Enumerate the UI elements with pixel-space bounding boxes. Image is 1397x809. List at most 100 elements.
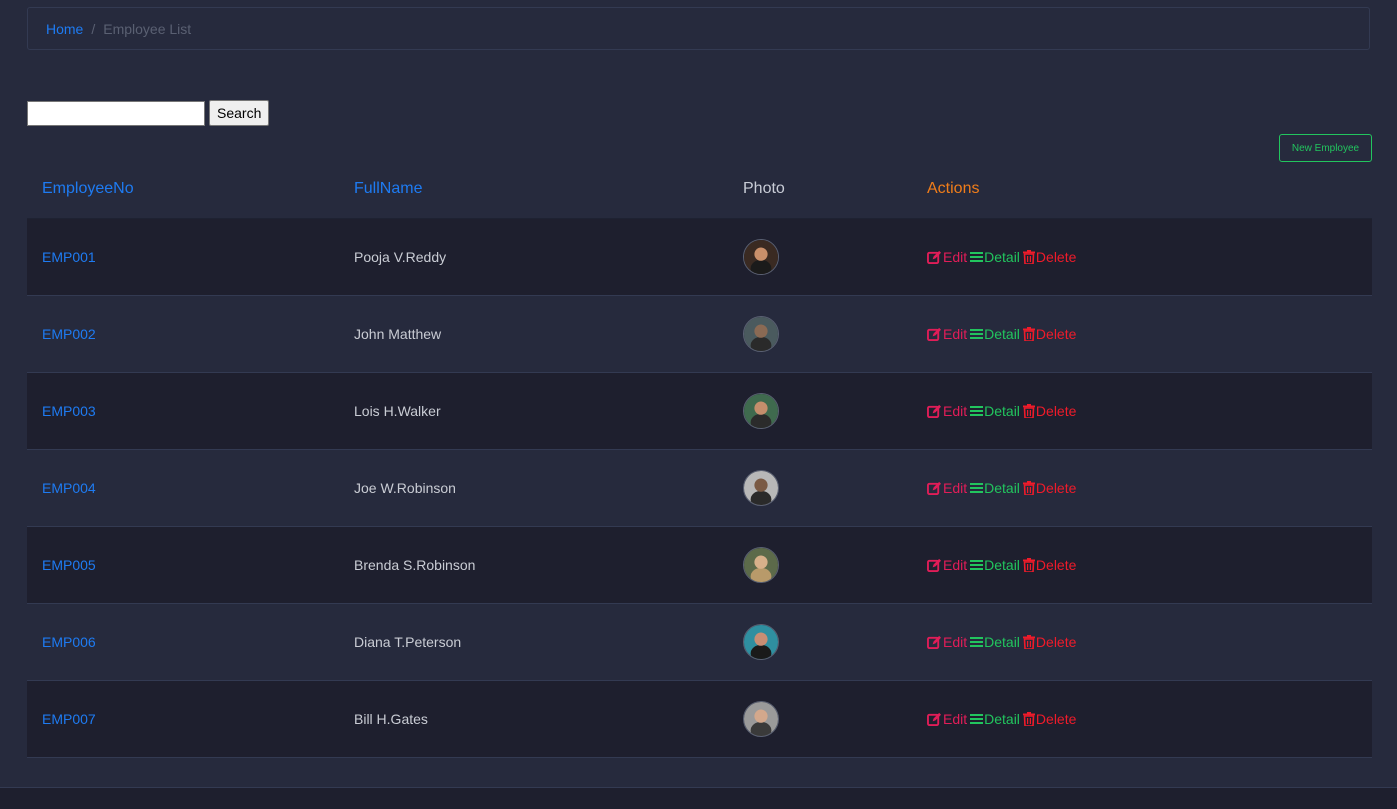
delete-link[interactable]: Delete <box>1022 557 1077 573</box>
delete-label: Delete <box>1035 711 1077 727</box>
employee-no-link[interactable]: EMP006 <box>42 634 96 650</box>
page-footer <box>0 787 1397 809</box>
table-row: EMP001 Pooja V.Reddy Edit Detail Delete <box>27 219 1372 296</box>
avatar <box>743 316 779 352</box>
list-icon <box>970 560 984 570</box>
delete-link[interactable]: Delete <box>1022 326 1077 342</box>
edit-label: Edit <box>943 634 968 650</box>
delete-label: Delete <box>1035 480 1077 496</box>
edit-label: Edit <box>943 403 968 419</box>
delete-link[interactable]: Delete <box>1022 480 1077 496</box>
employee-photo <box>743 239 779 275</box>
edit-link[interactable]: Edit <box>927 403 967 419</box>
table-row: EMP002 John Matthew Edit Detail Delete <box>27 296 1372 373</box>
table-row: EMP003 Lois H.Walker Edit Detail Delete <box>27 373 1372 450</box>
delete-link[interactable]: Delete <box>1022 711 1077 727</box>
table-row: EMP006 Diana T.Peterson Edit Detail Dele… <box>27 604 1372 681</box>
search-button[interactable]: Search <box>209 100 270 126</box>
edit-link[interactable]: Edit <box>927 557 967 573</box>
employee-full-name: Brenda S.Robinson <box>354 557 476 573</box>
header-employee-no[interactable]: EmployeeNo <box>42 180 134 198</box>
employee-full-name: Pooja V.Reddy <box>354 249 447 265</box>
delete-label: Delete <box>1035 634 1077 650</box>
pencil-square-icon <box>927 327 942 341</box>
pencil-square-icon <box>927 250 942 264</box>
detail-label: Detail <box>984 480 1020 496</box>
breadcrumb-home-link[interactable]: Home <box>46 21 83 37</box>
avatar <box>743 393 779 429</box>
pencil-square-icon <box>927 635 942 649</box>
table-body: EMP001 Pooja V.Reddy Edit Detail Delete … <box>27 219 1372 758</box>
employee-no-link[interactable]: EMP004 <box>42 480 96 496</box>
breadcrumb-separator: / <box>91 20 96 37</box>
pencil-square-icon <box>927 481 942 495</box>
detail-link[interactable]: Detail <box>970 480 1020 496</box>
delete-label: Delete <box>1035 557 1077 573</box>
detail-link[interactable]: Detail <box>970 326 1020 342</box>
table-header: EmployeeNo FullName Photo Actions <box>27 160 1372 219</box>
edit-link[interactable]: Edit <box>927 480 967 496</box>
breadcrumb: Home / Employee List <box>27 7 1370 50</box>
employee-table: EmployeeNo FullName Photo Actions EMP001… <box>27 160 1372 758</box>
header-actions: Actions <box>927 180 980 197</box>
row-actions: Edit Detail Delete <box>927 711 1076 727</box>
edit-label: Edit <box>943 557 968 573</box>
edit-link[interactable]: Edit <box>927 326 967 342</box>
edit-label: Edit <box>943 326 968 342</box>
employee-no-link[interactable]: EMP005 <box>42 557 96 573</box>
list-icon <box>970 483 984 493</box>
table-row: EMP007 Bill H.Gates Edit Detail Delete <box>27 681 1372 758</box>
trash-icon <box>1022 712 1035 726</box>
detail-label: Detail <box>984 326 1020 342</box>
delete-link[interactable]: Delete <box>1022 634 1077 650</box>
new-employee-button[interactable]: New Employee <box>1279 134 1372 162</box>
delete-link[interactable]: Delete <box>1022 249 1076 265</box>
employee-photo <box>743 701 779 737</box>
trash-icon <box>1022 481 1035 495</box>
employee-no-link[interactable]: EMP001 <box>42 249 96 265</box>
detail-label: Detail <box>984 711 1020 727</box>
employee-no-link[interactable]: EMP003 <box>42 403 96 419</box>
edit-link[interactable]: Edit <box>927 634 967 650</box>
employee-full-name: Lois H.Walker <box>354 403 441 419</box>
detail-label: Detail <box>984 634 1020 650</box>
employee-photo <box>743 470 779 506</box>
row-actions: Edit Detail Delete <box>927 480 1076 496</box>
employee-full-name: John Matthew <box>354 326 442 342</box>
detail-link[interactable]: Detail <box>970 249 1020 265</box>
edit-link[interactable]: Edit <box>927 249 967 265</box>
header-photo: Photo <box>743 180 785 197</box>
edit-link[interactable]: Edit <box>927 711 967 727</box>
row-actions: Edit Detail Delete <box>927 249 1076 265</box>
employee-full-name: Bill H.Gates <box>354 711 428 727</box>
detail-link[interactable]: Detail <box>970 634 1020 650</box>
header-full-name[interactable]: FullName <box>354 180 422 198</box>
search-input[interactable] <box>27 100 205 126</box>
avatar <box>743 701 779 737</box>
trash-icon <box>1022 558 1035 572</box>
search-bar: Search <box>27 100 270 126</box>
delete-link[interactable]: Delete <box>1022 403 1076 419</box>
avatar <box>743 239 779 275</box>
trash-icon <box>1022 635 1035 649</box>
detail-link[interactable]: Detail <box>970 711 1020 727</box>
trash-icon <box>1022 327 1035 341</box>
avatar <box>743 547 779 583</box>
detail-link[interactable]: Detail <box>970 403 1020 419</box>
edit-label: Edit <box>943 480 968 496</box>
employee-photo <box>743 316 779 352</box>
detail-link[interactable]: Detail <box>970 557 1020 573</box>
breadcrumb-current: Employee List <box>103 20 192 37</box>
list-icon <box>970 329 984 339</box>
employee-photo <box>743 624 779 660</box>
pencil-square-icon <box>927 558 942 572</box>
detail-label: Detail <box>984 557 1020 573</box>
employee-no-link[interactable]: EMP007 <box>42 711 96 727</box>
delete-label: Delete <box>1035 326 1077 342</box>
employee-no-link[interactable]: EMP002 <box>42 326 96 342</box>
edit-label: Edit <box>943 711 968 727</box>
edit-label: Edit <box>943 249 968 265</box>
employee-full-name: Joe W.Robinson <box>354 480 456 496</box>
trash-icon <box>1022 250 1035 264</box>
table-row: EMP005 Brenda S.Robinson Edit Detail Del… <box>27 527 1372 604</box>
